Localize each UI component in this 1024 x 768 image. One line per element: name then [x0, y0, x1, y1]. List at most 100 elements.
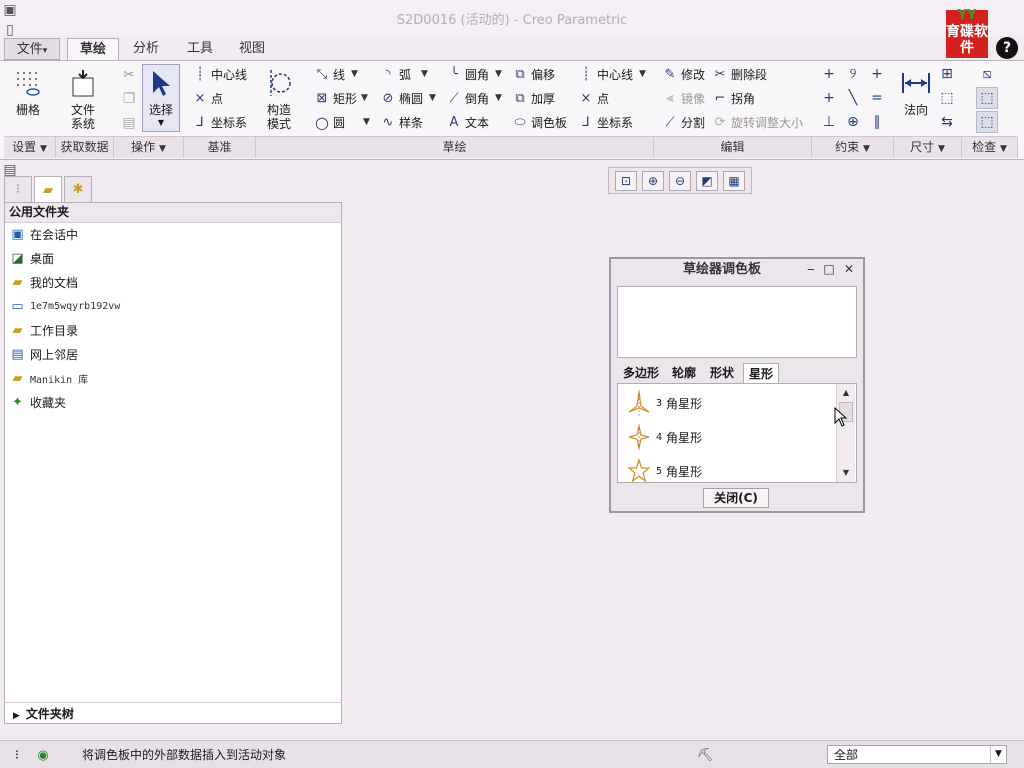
- chevron-down-icon[interactable]: ▼: [990, 746, 1006, 763]
- mirror-button[interactable]: ⫷ 镜像: [662, 87, 705, 109]
- delete-segment-button[interactable]: ✂ 删除段: [712, 63, 767, 85]
- spline-button[interactable]: ∿ 样条: [380, 111, 423, 133]
- parallel-constraint-icon[interactable]: ∥: [866, 111, 888, 133]
- group-constrain[interactable]: 约束 ▼: [812, 136, 894, 158]
- chevron-down-icon[interactable]: ▼: [495, 93, 502, 103]
- normal-dimension-button[interactable]: 法向: [896, 66, 936, 117]
- file-system-button[interactable]: 文件 系统: [62, 66, 104, 131]
- folder-item[interactable]: ▣ 在会话中: [9, 223, 78, 245]
- tab-tools[interactable]: 工具: [176, 38, 224, 60]
- selection-filter[interactable]: 全部 ▼: [827, 745, 1007, 764]
- cut-icon[interactable]: ✂: [118, 64, 140, 86]
- reference-dimension-icon[interactable]: ⬚: [936, 87, 958, 109]
- maximize-icon[interactable]: □: [821, 261, 837, 277]
- rotate-resize-button[interactable]: ⟳ 旋转调整大小: [712, 111, 803, 133]
- chevron-down-icon[interactable]: ▼: [351, 69, 358, 79]
- folder-item[interactable]: ▰ 工作目录: [9, 319, 79, 341]
- chevron-down-icon[interactable]: ▼: [363, 117, 370, 127]
- shade-closed-loops-icon[interactable]: ⬚: [976, 111, 998, 133]
- group-operations[interactable]: 操作 ▼: [114, 136, 184, 158]
- datum-point-button[interactable]: × 点: [192, 87, 223, 109]
- tab-star[interactable]: 星形: [743, 363, 779, 384]
- chevron-down-icon[interactable]: ▼: [421, 69, 428, 79]
- folder-tree-toggle[interactable]: ▶ 文件夹树: [5, 702, 341, 723]
- list-item[interactable]: 4 角星形: [628, 424, 702, 450]
- tab-file[interactable]: 文件▾: [4, 38, 60, 60]
- midpoint-constraint-icon[interactable]: +: [866, 63, 888, 85]
- tab-sketch[interactable]: 草绘: [67, 38, 119, 61]
- thicken-button[interactable]: ⧉ 加厚: [512, 87, 555, 109]
- zoom-in-icon[interactable]: ⊕: [642, 171, 664, 191]
- close-button[interactable]: 关闭(C): [703, 488, 769, 508]
- horizontal-constraint-icon[interactable]: +: [818, 87, 840, 109]
- chevron-down-icon[interactable]: ▼: [429, 93, 436, 103]
- tab-profile[interactable]: 轮廓: [667, 363, 701, 384]
- tab-view[interactable]: 视图: [228, 38, 276, 60]
- folder-item[interactable]: ▰ Manikin 库: [9, 367, 89, 389]
- navigator-toggle-icon[interactable]: ⁝: [6, 744, 28, 766]
- browser-toggle-icon[interactable]: ◉: [32, 744, 54, 766]
- perimeter-dimension-icon[interactable]: ⊞: [936, 63, 958, 85]
- divide-button[interactable]: ⟋ 分割: [662, 111, 705, 133]
- select-button[interactable]: 选择 ▼: [142, 64, 180, 132]
- circle-button[interactable]: ○ 圆 ▼: [314, 111, 370, 133]
- coincident-constraint-icon[interactable]: ╲: [842, 87, 864, 109]
- find-icon[interactable]: ⛏: [694, 744, 716, 766]
- construction-mode-button[interactable]: 构造 模式: [258, 66, 300, 131]
- folder-item[interactable]: ✦ 收藏夹: [9, 391, 66, 413]
- grid-button[interactable]: 栅格: [8, 66, 48, 117]
- palette-scrollbar[interactable]: ▲ ▼: [836, 384, 855, 482]
- group-inspect[interactable]: 检查 ▼: [962, 136, 1018, 158]
- datum-centerline-button[interactable]: ┊ 中心线: [192, 63, 247, 85]
- symmetric-constraint-icon[interactable]: ⊕: [842, 111, 864, 133]
- tangent-constraint-icon[interactable]: ୨: [842, 63, 864, 85]
- offset-button[interactable]: ⧉ 偏移: [512, 63, 555, 85]
- zoom-out-icon[interactable]: ⊖: [669, 171, 691, 191]
- list-item[interactable]: 5 角星形: [628, 458, 702, 484]
- paste-icon[interactable]: ▤: [118, 112, 140, 134]
- palette-button[interactable]: ⬭ 调色板: [512, 111, 567, 133]
- sketcher-display-filters-icon[interactable]: ▦: [723, 171, 745, 191]
- fillet-button[interactable]: ╰ 圆角 ▼: [446, 63, 502, 85]
- rectangle-button[interactable]: ⊠ 矩形 ▼: [314, 87, 368, 109]
- arc-button[interactable]: ◝ 弧 ▼: [380, 63, 428, 85]
- group-dimension[interactable]: 尺寸 ▼: [894, 136, 962, 158]
- folder-item[interactable]: ▭ 1e7m5wqyrb192vw: [9, 295, 120, 317]
- baseline-dimension-icon[interactable]: ⇆: [936, 111, 958, 133]
- equal-constraint-icon[interactable]: =: [866, 87, 888, 109]
- sketch-view-icon[interactable]: ◩: [696, 171, 718, 191]
- list-item[interactable]: 3 角星形: [628, 390, 702, 416]
- chevron-down-icon[interactable]: ▼: [495, 69, 502, 79]
- ellipse-button[interactable]: ⊘ 椭圆 ▼: [380, 87, 436, 109]
- highlight-open-ends-icon[interactable]: ⬚: [976, 87, 998, 109]
- modify-button[interactable]: ✎ 修改: [662, 63, 705, 85]
- chamfer-button[interactable]: ⟋ 倒角 ▼: [446, 87, 502, 109]
- folder-item[interactable]: ▰ 我的文档: [9, 271, 79, 293]
- chevron-down-icon[interactable]: ▼: [361, 93, 368, 103]
- corner-button[interactable]: ⌐ 拐角: [712, 87, 755, 109]
- refit-icon[interactable]: ⊡: [615, 171, 637, 191]
- sketch-coordsys-button[interactable]: ⅃ 坐标系: [578, 111, 633, 133]
- folder-browser-tab[interactable]: ▰: [34, 176, 62, 203]
- folder-item[interactable]: ◪ 桌面: [9, 247, 54, 269]
- text-button[interactable]: A 文本: [446, 111, 489, 133]
- tab-shape[interactable]: 形状: [705, 363, 739, 384]
- line-button[interactable]: ⤡ 线 ▼: [314, 63, 358, 85]
- scroll-down-icon[interactable]: ▼: [839, 466, 853, 480]
- sketch-point-button[interactable]: × 点: [578, 87, 609, 109]
- favorites-tab[interactable]: ✱: [64, 176, 92, 202]
- overlapping-geometry-icon[interactable]: ⧅: [976, 63, 998, 85]
- vertical-constraint-icon[interactable]: +: [818, 63, 840, 85]
- sketch-centerline-button[interactable]: ┊ 中心线 ▼: [578, 63, 646, 85]
- group-settings[interactable]: 设置 ▼: [4, 136, 56, 158]
- datum-coordsys-button[interactable]: ⅃ 坐标系: [192, 111, 247, 133]
- tab-polygon[interactable]: 多边形: [619, 363, 663, 384]
- model-tree-tab[interactable]: ⁝: [4, 176, 32, 202]
- chevron-down-icon[interactable]: ▼: [639, 69, 646, 79]
- copy-icon[interactable]: ❐: [118, 88, 140, 110]
- scroll-up-icon[interactable]: ▲: [839, 386, 853, 400]
- folder-item[interactable]: ▤ 网上邻居: [9, 343, 78, 365]
- minimize-icon[interactable]: ‒: [803, 261, 819, 277]
- close-icon[interactable]: ✕: [841, 261, 857, 277]
- perpendicular-constraint-icon[interactable]: ⊥: [818, 111, 840, 133]
